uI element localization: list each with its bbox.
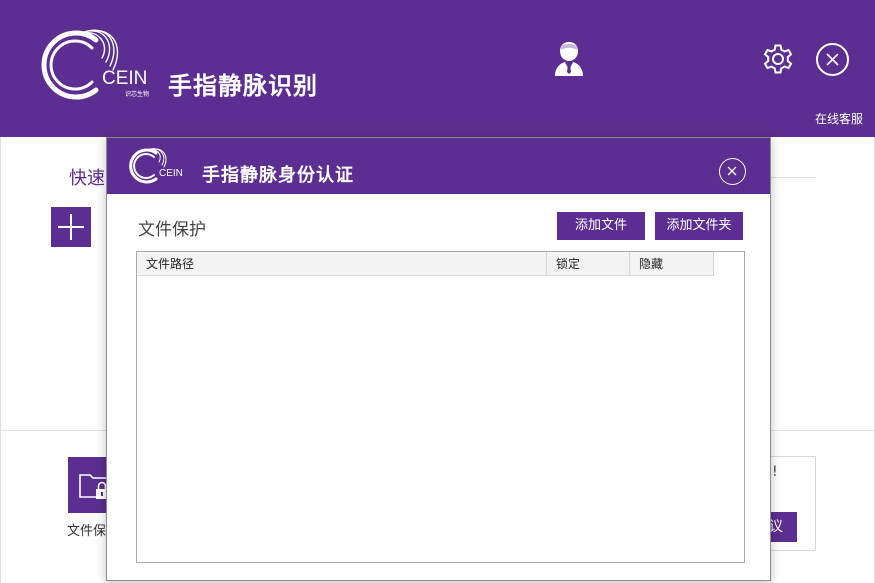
column-header-path[interactable]: 文件路径	[137, 252, 547, 276]
quick-section-label: 快速	[69, 168, 105, 189]
online-service-link[interactable]: 在线客服	[815, 110, 863, 127]
dialog-title: 手指静脉身份认证	[202, 165, 354, 186]
gear-icon[interactable]	[761, 42, 795, 76]
auth-dialog: CEIN 手指静脉身份认证 文件保护 添加文件 添加文件夹 文件路径 锁定 隐藏	[106, 137, 771, 581]
user-icon[interactable]	[553, 40, 585, 76]
column-header-hide[interactable]: 隐藏	[630, 252, 714, 276]
divider	[770, 177, 816, 178]
brand-text: CEIN	[102, 68, 147, 89]
file-protection-label: 文件保	[67, 524, 107, 539]
section-title: 文件保护	[138, 220, 206, 240]
dialog-close-button[interactable]	[719, 158, 746, 185]
main-header: CEIN 识芯生物 手指静脉识别 在线客服	[0, 0, 875, 137]
app-title: 手指静脉识别	[168, 72, 318, 100]
cein-logo: CEIN 识芯生物	[41, 29, 149, 100]
brand-text: CEIN	[159, 168, 183, 179]
column-header-lock[interactable]: 锁定	[547, 252, 630, 276]
notice-mark: !	[772, 464, 778, 480]
add-quick-item-button[interactable]	[51, 207, 91, 247]
close-icon	[727, 166, 737, 176]
dialog-header: CEIN 手指静脉身份认证	[107, 138, 770, 194]
close-button[interactable]	[816, 43, 849, 76]
close-icon	[826, 53, 839, 66]
file-table[interactable]: 文件路径 锁定 隐藏	[136, 251, 745, 563]
brand-subtext: 识芯生物	[125, 90, 149, 98]
cein-logo: CEIN	[129, 148, 183, 184]
add-folder-button[interactable]: 添加文件夹	[655, 212, 743, 240]
table-header: 文件路径 锁定 隐藏	[137, 252, 714, 276]
add-file-button[interactable]: 添加文件	[557, 212, 645, 240]
